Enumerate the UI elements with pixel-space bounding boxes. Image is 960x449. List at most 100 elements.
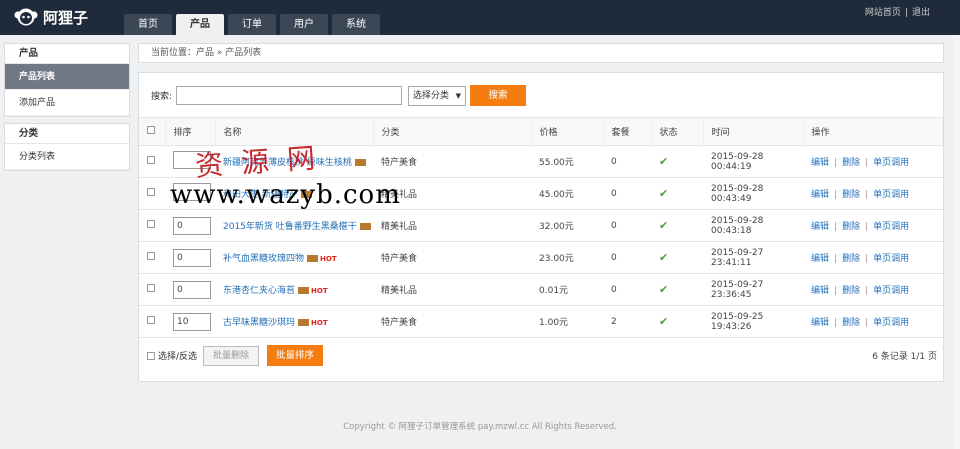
- top-links: 网站首页 | 退出: [865, 5, 930, 18]
- product-name-link[interactable]: 补气血黑糖玫瑰四物: [223, 254, 304, 264]
- delete-link[interactable]: 删除: [842, 190, 860, 200]
- logo[interactable]: 阿狸子: [14, 6, 88, 28]
- sort-input[interactable]: 0: [173, 216, 211, 235]
- edit-link[interactable]: 编辑: [811, 254, 829, 264]
- tab-orders[interactable]: 订单: [228, 14, 276, 35]
- sidebar-group-products: 产品 产品列表 添加产品: [4, 43, 130, 117]
- tab-users[interactable]: 用户: [280, 14, 328, 35]
- time-cell: 2015-09-27 23:36:45: [703, 273, 803, 306]
- search-label: 搜索:: [151, 92, 173, 102]
- category-select[interactable]: 选择分类 ▼: [408, 85, 467, 106]
- tab-home[interactable]: 首页: [124, 14, 172, 35]
- row-checkbox[interactable]: [147, 316, 155, 324]
- image-tag-icon: [359, 223, 371, 230]
- check-icon: ✔: [659, 219, 669, 232]
- price-cell: 1.00元: [531, 305, 603, 338]
- row-select-cell: [139, 209, 165, 242]
- header-category: 分类: [373, 117, 532, 146]
- status-cell: ✔: [651, 177, 703, 210]
- sort-input[interactable]: 0: [173, 248, 211, 267]
- price-cell: 23.00元: [531, 241, 603, 274]
- page-call-link[interactable]: 单页调用: [873, 222, 909, 232]
- divider: |: [834, 286, 838, 296]
- page-call-link[interactable]: 单页调用: [873, 158, 909, 168]
- sidebar-group-title: 分类: [5, 124, 129, 144]
- divider: |: [865, 222, 869, 232]
- time-cell: 2015-09-28 00:43:49: [703, 177, 803, 210]
- scrollbar[interactable]: [954, 35, 960, 449]
- divider: |: [865, 158, 869, 168]
- select-all-bottom-checkbox[interactable]: [147, 351, 155, 360]
- delete-link[interactable]: 删除: [842, 286, 860, 296]
- delete-link[interactable]: 删除: [842, 254, 860, 264]
- name-cell: 2015年新货 吐鲁番野生黑桑椹干: [215, 209, 373, 242]
- actions-cell: 编辑 | 删除 | 单页调用: [803, 145, 943, 178]
- site-home-link[interactable]: 网站首页: [865, 8, 901, 18]
- divider: |: [865, 190, 869, 200]
- sort-input[interactable]: 10: [173, 312, 211, 331]
- row-checkbox[interactable]: [147, 220, 155, 228]
- edit-link[interactable]: 编辑: [811, 318, 829, 328]
- edit-link[interactable]: 编辑: [811, 190, 829, 200]
- main-nav: 首页 产品 订单 用户 系统: [124, 14, 384, 35]
- sidebar-item-product-list[interactable]: 产品列表: [5, 64, 129, 90]
- select-all-checkbox[interactable]: [147, 126, 155, 134]
- divider: |: [834, 158, 838, 168]
- header-package: 套餐: [603, 117, 652, 146]
- breadcrumb: 当前位置：产品 » 产品列表: [138, 43, 944, 63]
- edit-link[interactable]: 编辑: [811, 222, 829, 232]
- check-icon: ✔: [659, 155, 669, 168]
- page-call-link[interactable]: 单页调用: [873, 190, 909, 200]
- table-row: 0 2015年新货 吐鲁番野生黑桑椹干 精美礼品 32.00元 0 ✔ 2015…: [139, 209, 943, 242]
- select-all[interactable]: 选择/反选: [147, 349, 197, 362]
- product-name-link[interactable]: 东港杏仁夹心海苔: [223, 286, 295, 296]
- sidebar-item-category-list[interactable]: 分类列表: [5, 144, 129, 170]
- header-sort: 排序: [165, 117, 216, 146]
- time-cell: 2015-09-27 23:41:11: [703, 241, 803, 274]
- page-call-link[interactable]: 单页调用: [873, 318, 909, 328]
- logout-link[interactable]: 退出: [912, 8, 930, 18]
- page-call-link[interactable]: 单页调用: [873, 286, 909, 296]
- divider: |: [834, 318, 838, 328]
- image-tag-icon: [307, 255, 319, 262]
- delete-link[interactable]: 删除: [842, 318, 860, 328]
- price-cell: 45.00元: [531, 177, 603, 210]
- hot-badge: HOT: [320, 255, 337, 263]
- row-checkbox[interactable]: [147, 156, 155, 164]
- sort-input[interactable]: 0: [173, 280, 211, 299]
- delete-link[interactable]: 删除: [842, 222, 860, 232]
- delete-link[interactable]: 删除: [842, 158, 860, 168]
- divider: |: [865, 286, 869, 296]
- actions-cell: 编辑 | 删除 | 单页调用: [803, 273, 943, 306]
- row-checkbox[interactable]: [147, 284, 155, 292]
- sidebar-item-add-product[interactable]: 添加产品: [5, 90, 129, 116]
- select-all-label: 选择/反选: [158, 352, 198, 362]
- search-input[interactable]: [176, 86, 403, 105]
- divider: |: [834, 190, 838, 200]
- table-row: 0 补气血黑糖玫瑰四物 HOT 特产美食 23.00元 0 ✔ 2015-09-2…: [139, 241, 943, 274]
- edit-link[interactable]: 编辑: [811, 158, 829, 168]
- bulk-delete-button[interactable]: 批量删除: [203, 345, 260, 366]
- tab-system[interactable]: 系统: [332, 14, 380, 35]
- header-time: 时间: [703, 117, 804, 146]
- status-cell: ✔: [651, 273, 703, 306]
- edit-link[interactable]: 编辑: [811, 286, 829, 296]
- product-name-link[interactable]: 古早味黑糖沙琪玛: [223, 318, 295, 328]
- tab-products[interactable]: 产品: [176, 14, 224, 35]
- product-name-link[interactable]: 2015年新货 吐鲁番野生黑桑椹干: [223, 222, 357, 232]
- bulk-sort-button[interactable]: 批量排序: [267, 345, 324, 366]
- status-cell: ✔: [651, 305, 703, 338]
- sort-cell: 0: [165, 273, 215, 306]
- search-button[interactable]: 搜索: [470, 85, 527, 106]
- sort-cell: 10: [165, 305, 215, 338]
- package-cell: 0: [603, 241, 651, 274]
- row-checkbox[interactable]: [147, 252, 155, 260]
- category-cell: 特产美食: [373, 305, 531, 338]
- actions-cell: 编辑 | 删除 | 单页调用: [803, 305, 943, 338]
- page-call-link[interactable]: 单页调用: [873, 254, 909, 264]
- image-tag-icon: [354, 159, 366, 166]
- divider: |: [865, 318, 869, 328]
- name-cell: 东港杏仁夹心海苔 HOT: [215, 273, 373, 306]
- hot-badge: HOT: [311, 287, 328, 295]
- row-checkbox[interactable]: [147, 188, 155, 196]
